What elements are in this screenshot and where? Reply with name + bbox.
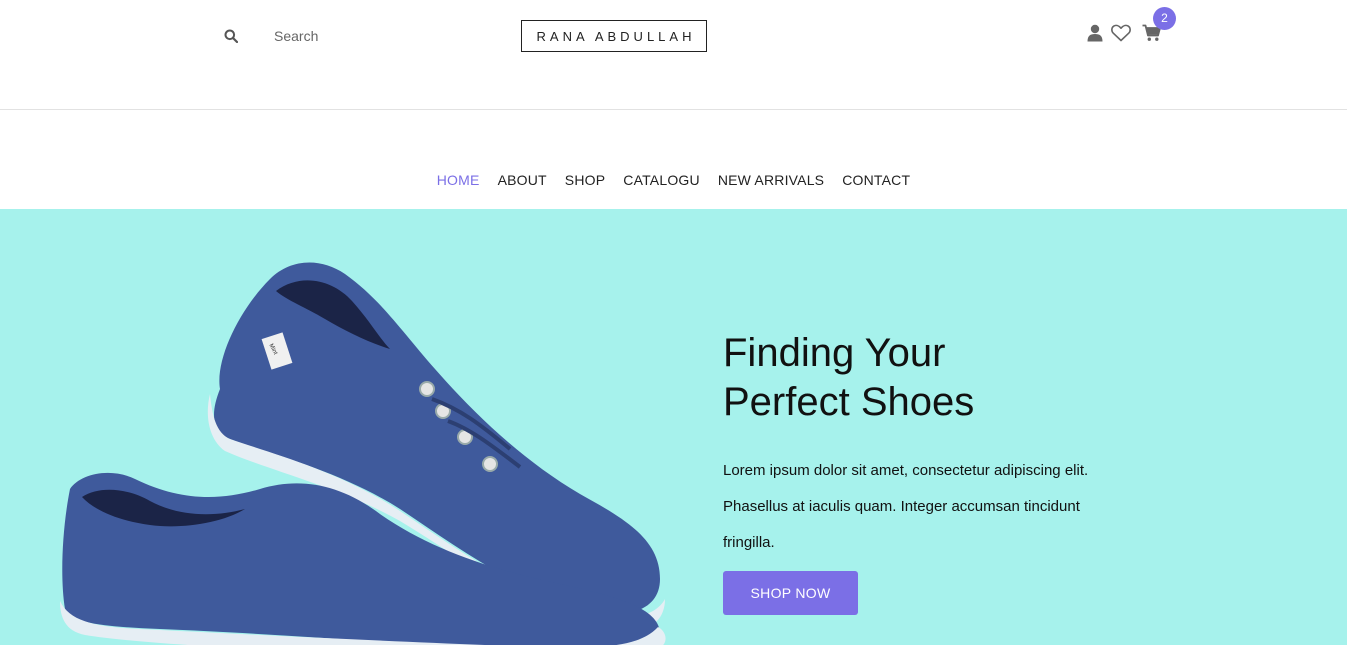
hero-title-line-2: Perfect Shoes (723, 380, 975, 424)
nav-item-about[interactable]: ABOUT (498, 172, 547, 188)
shop-now-button[interactable]: SHOP NOW (723, 571, 858, 615)
hero-description: Lorem ipsum dolor sit amet, consectetur … (723, 453, 1113, 561)
hero-content: Finding Your Perfect Shoes Lorem ipsum d… (723, 329, 1143, 615)
site-logo[interactable]: RANA ABDULLAH (521, 20, 707, 52)
search-input[interactable] (266, 24, 466, 48)
hero-title: Finding Your Perfect Shoes (723, 329, 1143, 427)
hero-description-line-2: Phasellus at iaculis quam. Integer accum… (723, 498, 1080, 515)
nav-item-home[interactable]: HOME (437, 172, 480, 188)
hero-shoe-image: Mint (60, 262, 666, 645)
nav-item-new-arrivals[interactable]: NEW ARRIVALS (718, 172, 824, 188)
hero-description-line-1: Lorem ipsum dolor sit amet, consectetur … (723, 462, 1089, 479)
hero-description-line-3: fringilla. (723, 534, 775, 551)
search-icon[interactable] (224, 29, 238, 43)
nav-item-contact[interactable]: CONTACT (842, 172, 910, 188)
nav-item-catalogue[interactable]: CATALOGU (623, 172, 700, 188)
top-header: RANA ABDULLAH 2 (0, 0, 1347, 110)
hero-banner: Mint Finding Your Perfect Shoes Lorem ip… (0, 209, 1347, 645)
cart-count-badge: 2 (1153, 7, 1176, 30)
main-nav: HOME ABOUT SHOP CATALOGU NEW ARRIVALS CO… (0, 110, 1347, 209)
nav-list: HOME ABOUT SHOP CATALOGU NEW ARRIVALS CO… (428, 172, 920, 188)
user-icon[interactable] (1087, 24, 1103, 42)
hero-title-line-1: Finding Your (723, 331, 946, 375)
heart-icon[interactable] (1111, 24, 1131, 42)
logo-text: RANA ABDULLAH (536, 28, 696, 44)
nav-item-shop[interactable]: SHOP (565, 172, 605, 188)
